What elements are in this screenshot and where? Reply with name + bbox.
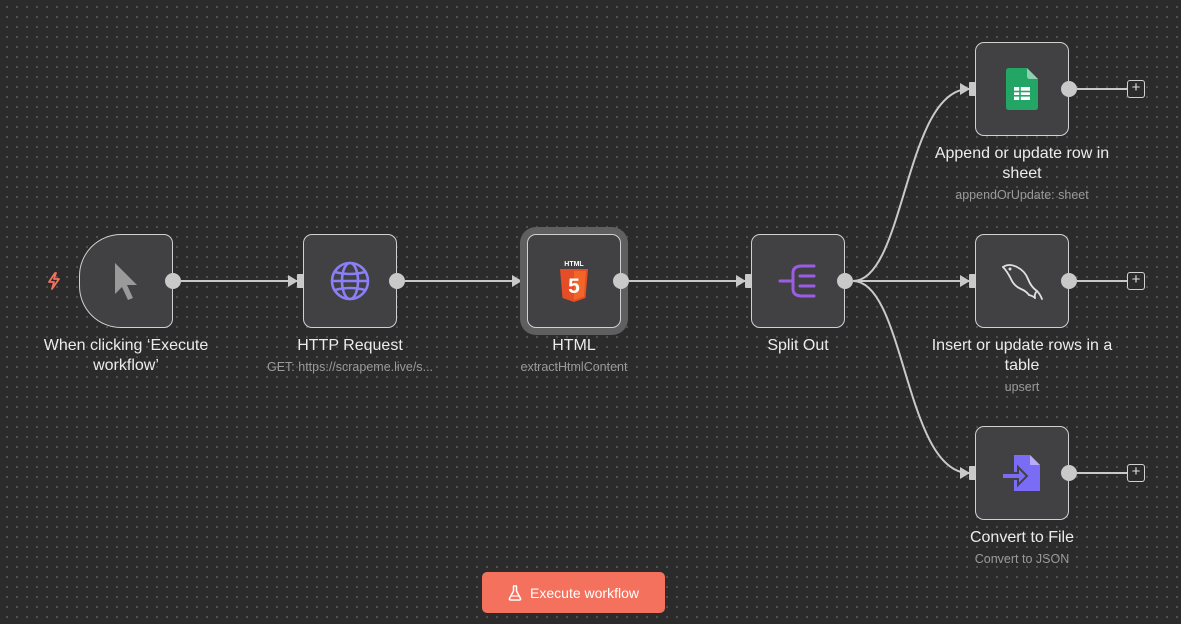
add-node-button[interactable]: + [1127, 464, 1145, 482]
node-subtitle: Convert to JSON [974, 552, 1070, 566]
cursor-icon [115, 263, 137, 300]
edge-split-convert [852, 280, 970, 474]
node-manual-trigger[interactable] [79, 234, 173, 328]
node-convert-to-file[interactable] [975, 426, 1069, 520]
node-output-handle[interactable] [1061, 273, 1077, 289]
node-split-out[interactable] [751, 234, 845, 328]
add-node-button[interactable]: + [1127, 80, 1145, 98]
node-output-handle[interactable] [389, 273, 405, 289]
node-http-request[interactable] [303, 234, 397, 328]
convert-file-icon [1001, 455, 1040, 491]
trigger-bolt-icon [48, 272, 60, 290]
node-output-handle[interactable] [1061, 465, 1077, 481]
google-sheets-icon [1006, 68, 1038, 110]
node-output-handle[interactable] [1061, 81, 1077, 97]
globe-icon [330, 261, 370, 301]
node-html[interactable]: HTML 5 [527, 234, 621, 328]
add-node-button[interactable]: + [1127, 272, 1145, 290]
node-title: Insert or update rows in a table [931, 337, 1113, 374]
node-title: When clicking ‘Execute workflow’ [43, 337, 209, 374]
node-subtitle: appendOrUpdate: sheet [955, 188, 1089, 202]
node-subtitle: GET: https://scrapeme.live/s... [266, 360, 434, 374]
node-title: Append or update row in sheet [934, 145, 1110, 182]
node-google-sheets[interactable] [975, 42, 1069, 136]
mysql-dolphin-icon [1002, 264, 1043, 300]
html5-icon-glyph: 5 [568, 275, 580, 298]
edge-split-sheets [852, 88, 970, 282]
execute-workflow-button[interactable]: Execute workflow [482, 572, 665, 613]
execute-workflow-label: Execute workflow [530, 584, 639, 601]
node-subtitle: extractHtmlContent [520, 360, 628, 374]
flask-icon [508, 584, 522, 601]
node-output-handle[interactable] [837, 273, 853, 289]
html5-icon-text: HTML [564, 261, 584, 268]
node-subtitle: upsert [1004, 380, 1040, 394]
node-output-handle[interactable] [165, 273, 181, 289]
node-title: Split Out [767, 337, 829, 354]
split-out-icon [778, 264, 816, 298]
node-output-handle[interactable] [613, 273, 629, 289]
node-mysql[interactable] [975, 234, 1069, 328]
html5-icon: HTML 5 [560, 261, 588, 302]
node-title: HTTP Request [297, 337, 403, 354]
node-title: Convert to File [969, 529, 1075, 546]
node-title: HTML [552, 337, 596, 354]
